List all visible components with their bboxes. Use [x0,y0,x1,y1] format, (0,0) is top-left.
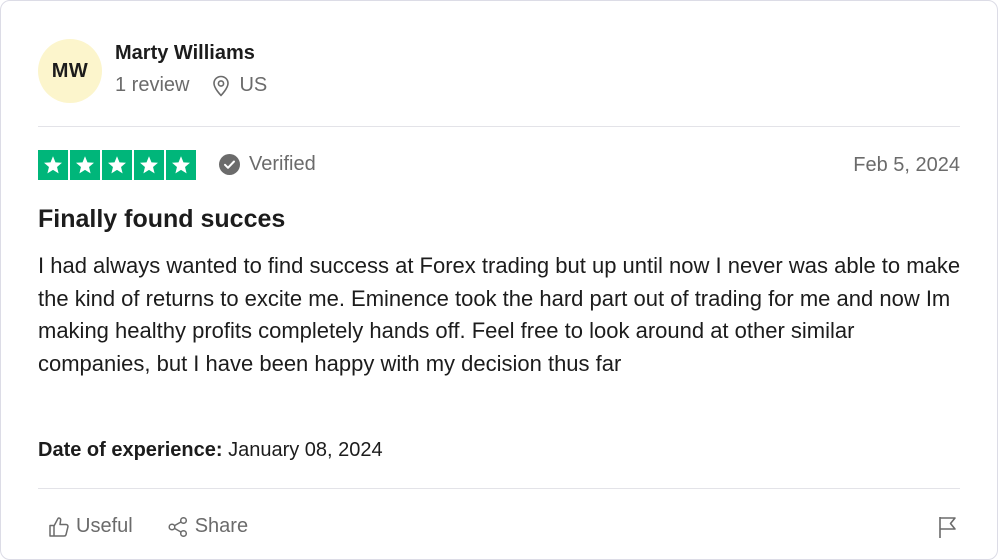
reviewer-meta: 1 review US [115,74,267,97]
avatar-initials: MW [51,59,89,82]
star-icon [134,150,164,180]
avatar[interactable]: MW [38,39,102,103]
report-flag-button[interactable] [937,515,959,544]
share-icon [168,516,187,537]
share-label: Share [194,515,249,537]
experience-date: January 08, 2024 [228,439,383,461]
verified-label: Verified [249,153,316,175]
useful-button[interactable]: Useful [48,515,133,538]
verified-badge[interactable]: Verified [219,153,316,176]
reviewer-location: US [211,74,267,97]
experience-label: Date of experience: [38,439,223,461]
footer-divider [38,488,960,489]
share-button[interactable]: Share [167,515,248,538]
reviewer-name[interactable]: Marty Williams [115,42,255,65]
review-actions: Useful Share [48,515,282,538]
star-rating [38,150,196,180]
header-divider [38,126,960,127]
review-card: MW Marty Williams 1 review US Verified F… [0,0,998,560]
review-title[interactable]: Finally found succes [38,205,285,234]
review-date: Feb 5, 2024 [853,154,960,176]
date-of-experience: Date of experience: January 08, 2024 [38,439,383,462]
location-pin-icon [213,75,230,97]
review-body: I had always wanted to find success at F… [38,253,961,376]
star-icon [166,150,196,180]
star-icon [70,150,100,180]
country-label: US [239,74,268,96]
useful-label: Useful [76,515,133,537]
thumbs-up-icon [49,516,69,537]
star-icon [38,150,68,180]
star-icon [102,150,132,180]
review-count: 1 review [115,74,190,96]
flag-icon [939,517,956,538]
check-circle-icon [219,154,240,175]
